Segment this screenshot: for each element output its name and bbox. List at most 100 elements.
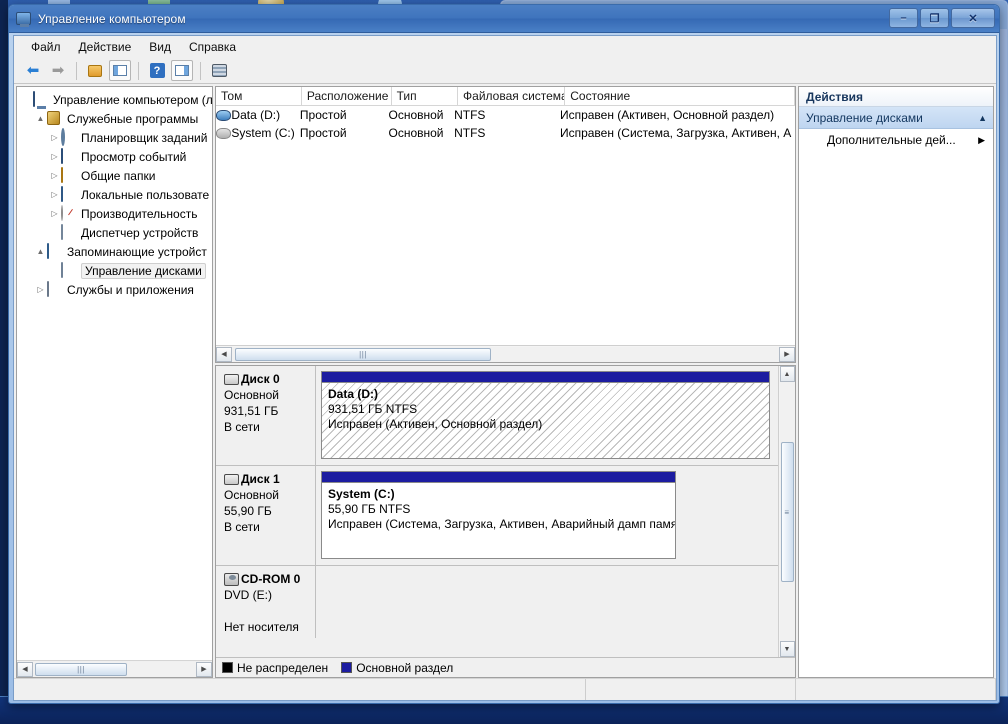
menu-file[interactable]: Файл [22,37,70,57]
column-header-volume[interactable]: Том [216,87,302,105]
tree-item-services-and-applications[interactable]: ▷ Службы и приложения [20,280,212,299]
partition-size: 55,90 ГБ NTFS [328,502,411,516]
window-title: Управление компьютером [38,11,186,26]
scroll-left-button[interactable]: ◀ [17,661,33,677]
table-row[interactable]: Data (D:) Простой Основной NTFS Исправен… [216,106,795,124]
disk-name: Диск 0 [241,372,280,386]
maximize-button[interactable]: ❐ [920,8,949,28]
column-header-layout[interactable]: Расположение [302,87,392,105]
tree-item-local-users[interactable]: ▷ Локальные пользовате [20,185,212,204]
show-action-pane-button[interactable] [171,60,193,81]
toolbar-separator-3 [200,61,201,80]
volume-list-body: Data (D:) Простой Основной NTFS Исправен… [216,106,795,345]
disk-name: CD-ROM 0 [241,572,301,586]
tree-twisty[interactable]: ▷ [48,131,61,144]
cell-status: Исправен (Активен, Основной раздел) [559,108,775,122]
tree-item-shared-folders[interactable]: ▷ Общие папки [20,166,212,185]
tree-item-task-scheduler[interactable]: ▷ Планировщик заданий [20,127,212,147]
tree-item-computer-management[interactable]: Управление компьютером (л [20,90,212,109]
back-button[interactable]: ⬅ [22,60,44,81]
actions-item-label: Дополнительные дей... [827,133,956,147]
disk-state: В сети [224,420,260,434]
menu-view[interactable]: Вид [140,37,180,57]
scroll-right-button[interactable]: ▶ [779,346,795,362]
actions-group-disk-management[interactable]: Управление дисками ▲ [799,107,993,129]
legend-swatch-unallocated [222,662,233,673]
show-hide-tree-button[interactable] [109,60,131,81]
table-row[interactable]: System (C:) Простой Основной NTFS Исправ… [216,124,795,142]
partition-body: Data (D:) 931,51 ГБ NTFS Исправен (Актив… [322,383,769,458]
menu-action[interactable]: Действие [70,37,141,57]
volume-icon-blue [216,109,232,121]
scroll-track[interactable]: ||| [33,661,196,677]
partition-data-d[interactable]: Data (D:) 931,51 ГБ NTFS Исправен (Актив… [321,371,770,459]
actions-pane: Действия Управление дисками ▲ Дополнител… [798,86,994,678]
scroll-thumb[interactable]: ≡ [780,442,794,582]
disk-type: Основной [224,388,280,402]
cell-volume: Data (D:) [231,108,281,122]
tree-item-label: Локальные пользовате [81,187,210,202]
rescan-disks-button[interactable] [208,60,230,81]
tree-twisty[interactable]: ▷ [34,283,47,296]
scroll-up-button[interactable]: ▲ [779,366,795,382]
event-viewer-icon [61,147,77,165]
disk-partitions: Data (D:) 931,51 ГБ NTFS Исправен (Актив… [316,366,778,465]
disk-row[interactable]: Диск 1 Основной 55,90 ГБ В сети System (… [216,466,778,566]
column-header-filesystem[interactable]: Файловая система [458,87,566,105]
disk-partitions: System (C:) 55,90 ГБ NTFS Исправен (Сист… [316,466,778,565]
tree-twisty[interactable] [48,264,61,277]
tree-item-disk-management[interactable]: Управление дисками [20,261,212,280]
scroll-thumb[interactable]: ||| [235,347,491,361]
tree-twisty[interactable]: ▷ [48,207,61,220]
disk-row[interactable]: Диск 0 Основной 931,51 ГБ В сети Data (D… [216,366,778,466]
chevron-up-icon[interactable]: ▲ [978,113,987,123]
forward-button[interactable]: ➡ [47,60,69,81]
disk-icon [224,473,239,485]
tree-twisty[interactable]: ▲ [34,245,47,258]
column-header-status[interactable]: Состояние [565,87,795,105]
status-panel-secondary [586,679,796,700]
workspace: Управление компьютером (л ▲ Служебные пр… [14,84,996,678]
disk-management-center-pane: Том Расположение Тип Файловая система Со… [215,86,796,678]
partition-color-bar [322,372,769,383]
tree-twisty[interactable]: ▲ [34,112,47,125]
cell-status: Исправен (Система, Загрузка, Активен, А [559,126,792,140]
status-bar [14,678,996,700]
graph-vertical-scrollbar[interactable]: ▲ ≡ ▼ [778,366,795,657]
tree-item-device-manager[interactable]: Диспетчер устройств [20,223,212,242]
window-client-area: Файл Действие Вид Справка ⬅ ➡ ? Управлен… [13,35,997,701]
close-button[interactable]: ✕ [951,8,995,28]
clock-icon [61,127,77,146]
tree-twisty[interactable] [48,226,61,239]
tree-item-system-tools[interactable]: ▲ Служебные программы [20,109,212,128]
tree-item-storage[interactable]: ▲ Запоминающие устройст [20,242,212,261]
disk-type: DVD (E:) [224,588,272,602]
minimize-button[interactable]: – [889,8,918,28]
tree-item-label: Просмотр событий [81,149,187,164]
tree-twisty[interactable]: ▷ [48,169,61,182]
scroll-right-button[interactable]: ▶ [196,661,212,677]
volume-list-horizontal-scrollbar[interactable]: ◀ ||| ▶ [216,345,795,362]
tree-item-performance[interactable]: ▷ Производительность [20,204,212,223]
actions-more-actions[interactable]: Дополнительные дей... ▶ [799,129,993,151]
help-button[interactable]: ? [146,60,168,81]
tree-twisty[interactable]: ▷ [48,188,61,201]
scroll-down-button[interactable]: ▼ [779,641,795,657]
menu-help[interactable]: Справка [180,37,245,57]
disk-row[interactable]: CD-ROM 0 DVD (E:) Нет носителя [216,566,778,638]
computer-icon [33,90,49,108]
scroll-track[interactable]: ||| [232,346,779,362]
partition-system-c[interactable]: System (C:) 55,90 ГБ NTFS Исправен (Сист… [321,471,676,559]
tree-twisty[interactable] [20,93,33,106]
disk-name-row: CD-ROM 0 [224,572,309,586]
window-titlebar[interactable]: Управление компьютером – ❐ ✕ [9,5,999,33]
scroll-left-button[interactable]: ◀ [216,346,232,362]
scroll-track[interactable]: ≡ [779,382,795,641]
tree-twisty[interactable]: ▷ [48,150,61,163]
volume-list-header: Том Расположение Тип Файловая система Со… [216,87,795,106]
tree-horizontal-scrollbar[interactable]: ◀ ||| ▶ [17,660,212,677]
scroll-thumb[interactable]: ||| [35,662,127,676]
tree-item-event-viewer[interactable]: ▷ Просмотр событий [20,147,212,166]
up-folder-button[interactable] [84,60,106,81]
column-header-type[interactable]: Тип [392,87,459,105]
